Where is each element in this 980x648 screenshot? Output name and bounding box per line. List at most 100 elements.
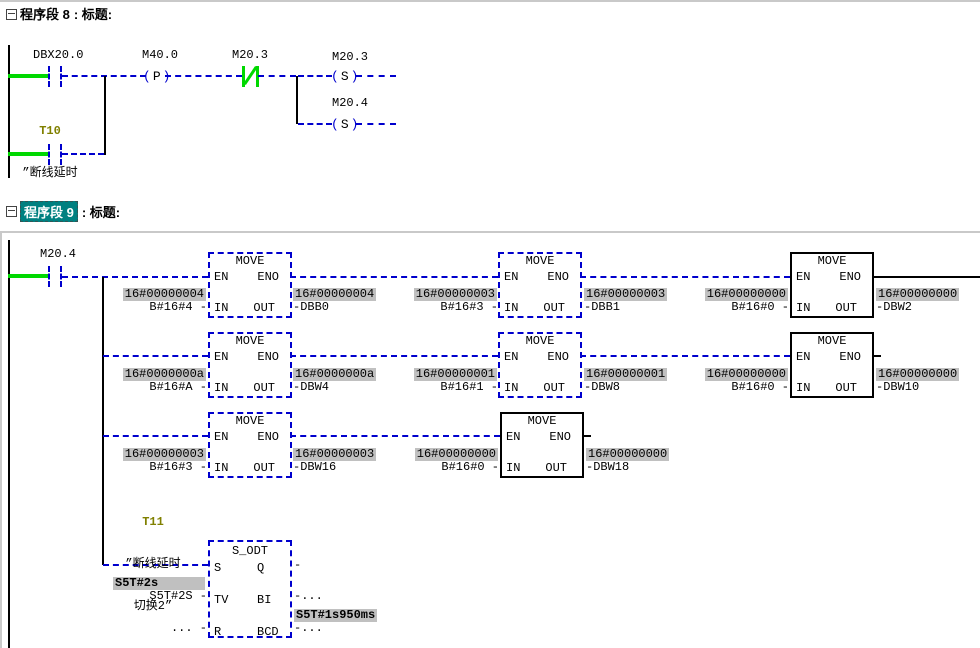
move-block[interactable]: MOVE EN ENO IN OUT bbox=[790, 252, 874, 318]
operand[interactable]: -DBW2 bbox=[876, 301, 912, 314]
wire-dashed bbox=[290, 355, 498, 357]
operand[interactable]: B#16#1 - bbox=[440, 381, 498, 394]
pin-in: IN bbox=[214, 302, 228, 315]
timer-number[interactable]: T10 bbox=[8, 124, 92, 138]
paren-icon: ( bbox=[331, 118, 339, 131]
operand[interactable]: -DBB1 bbox=[584, 301, 620, 314]
operand[interactable]: -DBW4 bbox=[293, 381, 329, 394]
pin-in: IN bbox=[796, 382, 810, 395]
network8-collapse-icon[interactable] bbox=[6, 9, 17, 20]
operand[interactable]: B#16#0 - bbox=[731, 301, 789, 314]
wire-dashed bbox=[580, 276, 790, 278]
operand[interactable]: -DBW16 bbox=[293, 461, 336, 474]
pin-tv: TV bbox=[214, 594, 228, 607]
wire-dashed bbox=[165, 75, 242, 77]
pin-eno: ENO bbox=[257, 271, 279, 284]
timer-symbol-name-line1: ”断线延时 bbox=[8, 166, 92, 180]
operand[interactable]: -DBW18 bbox=[586, 461, 629, 474]
operand[interactable]: -DBW8 bbox=[584, 381, 620, 394]
move-block-title: MOVE bbox=[500, 335, 580, 348]
network9-subtitle: : 标题: bbox=[82, 202, 120, 221]
operand[interactable]: ... - bbox=[171, 622, 207, 635]
operand[interactable]: -DBW10 bbox=[876, 381, 919, 394]
pin-out: OUT bbox=[543, 302, 565, 315]
branch-wire bbox=[104, 76, 106, 155]
network9-selection-border-top bbox=[0, 231, 980, 233]
move-block[interactable]: MOVE EN ENO IN OUT bbox=[498, 252, 582, 318]
p-contact-address[interactable]: M40.0 bbox=[142, 49, 178, 62]
network9-title-selected[interactable]: 程序段 9 bbox=[20, 201, 78, 222]
timer-number[interactable]: T11 bbox=[103, 515, 203, 529]
not-contact-address[interactable]: M20.3 bbox=[232, 49, 268, 62]
output-stub[interactable]: -... bbox=[294, 622, 323, 635]
pin-out: OUT bbox=[253, 382, 275, 395]
pin-eno: ENO bbox=[257, 431, 279, 444]
wire-dashed bbox=[103, 435, 208, 437]
wire-dashed bbox=[356, 123, 396, 125]
move-block-title: MOVE bbox=[210, 415, 290, 428]
coil-address[interactable]: M20.3 bbox=[332, 51, 368, 64]
move-block[interactable]: MOVE EN ENO IN OUT bbox=[498, 332, 582, 398]
timer-contact-label[interactable]: T10 ”断线延时 切换1” bbox=[8, 96, 92, 250]
move-block-title: MOVE bbox=[502, 415, 582, 428]
contact-address[interactable]: M20.4 bbox=[40, 248, 76, 261]
pin-en: EN bbox=[506, 431, 520, 444]
operand[interactable]: B#16#0 - bbox=[441, 461, 499, 474]
operand[interactable]: B#16#4 - bbox=[149, 301, 207, 314]
contact-bar[interactable] bbox=[48, 266, 50, 287]
pin-eno: ENO bbox=[549, 431, 571, 444]
pin-in: IN bbox=[504, 302, 518, 315]
contact-bar[interactable] bbox=[48, 66, 50, 87]
network8-title[interactable]: 程序段 8 bbox=[20, 4, 70, 23]
timer-label[interactable]: T11 ”断线延时 切换2” bbox=[103, 487, 203, 641]
paren-icon: ( bbox=[143, 70, 151, 83]
move-block[interactable]: MOVE EN ENO IN OUT bbox=[208, 252, 292, 318]
pin-en: EN bbox=[796, 351, 810, 364]
contact-address[interactable]: DBX20.0 bbox=[33, 49, 83, 62]
lad-editor-canvas: 程序段 8: 标题: DBX20.0 M40.0 (P) M20.3 M20.3… bbox=[0, 0, 980, 648]
pin-in: IN bbox=[214, 462, 228, 475]
wire-dashed bbox=[356, 75, 396, 77]
pin-s: S bbox=[214, 562, 221, 575]
wire-dashed bbox=[298, 123, 332, 125]
network9-collapse-icon[interactable] bbox=[6, 206, 17, 217]
pin-out: OUT bbox=[253, 302, 275, 315]
pin-out: OUT bbox=[835, 382, 857, 395]
network9-header[interactable]: 程序段 9: 标题: bbox=[20, 201, 120, 222]
network8-subtitle: : 标题: bbox=[74, 4, 112, 23]
pin-out: OUT bbox=[253, 462, 275, 475]
wire-dashed bbox=[580, 355, 790, 357]
pin-in: IN bbox=[214, 382, 228, 395]
power-rail bbox=[8, 240, 10, 648]
coil-address[interactable]: M20.4 bbox=[332, 97, 368, 110]
network8-header[interactable]: 程序段 8: 标题: bbox=[20, 4, 112, 23]
operand[interactable]: B#16#3 - bbox=[440, 301, 498, 314]
timer-symbol-name-line1: ”断线延时 bbox=[103, 557, 203, 571]
operand[interactable]: -DBB0 bbox=[293, 301, 329, 314]
operand[interactable]: B#16#A - bbox=[149, 381, 207, 394]
operand[interactable]: B#16#3 - bbox=[149, 461, 207, 474]
move-block[interactable]: MOVE EN ENO IN OUT bbox=[500, 412, 584, 478]
pin-in: IN bbox=[504, 382, 518, 395]
output-stub[interactable]: -... bbox=[294, 590, 323, 603]
move-block[interactable]: MOVE EN ENO IN OUT bbox=[790, 332, 874, 398]
move-block[interactable]: MOVE EN ENO IN OUT bbox=[208, 332, 292, 398]
sodt-timer-block[interactable]: S_ODT S Q TV BI R BCD bbox=[208, 540, 292, 638]
output-stub[interactable]: - bbox=[294, 559, 301, 572]
paren-icon: ( bbox=[331, 70, 339, 83]
pin-bcd: BCD bbox=[257, 626, 279, 639]
wire-dashed bbox=[103, 355, 208, 357]
pin-out: OUT bbox=[835, 302, 857, 315]
pin-en: EN bbox=[214, 431, 228, 444]
pin-eno: ENO bbox=[839, 351, 861, 364]
wire-energized bbox=[8, 274, 48, 278]
move-block[interactable]: MOVE EN ENO IN OUT bbox=[208, 412, 292, 478]
operand[interactable]: S5T#2S - bbox=[149, 590, 207, 603]
set-coil[interactable]: (S) bbox=[331, 70, 358, 83]
operand[interactable]: B#16#0 - bbox=[731, 381, 789, 394]
set-coil[interactable]: (S) bbox=[331, 118, 358, 131]
branch-wire bbox=[296, 76, 298, 124]
contact-bar[interactable] bbox=[48, 144, 50, 165]
move-block-title: MOVE bbox=[210, 335, 290, 348]
pin-eno: ENO bbox=[547, 271, 569, 284]
